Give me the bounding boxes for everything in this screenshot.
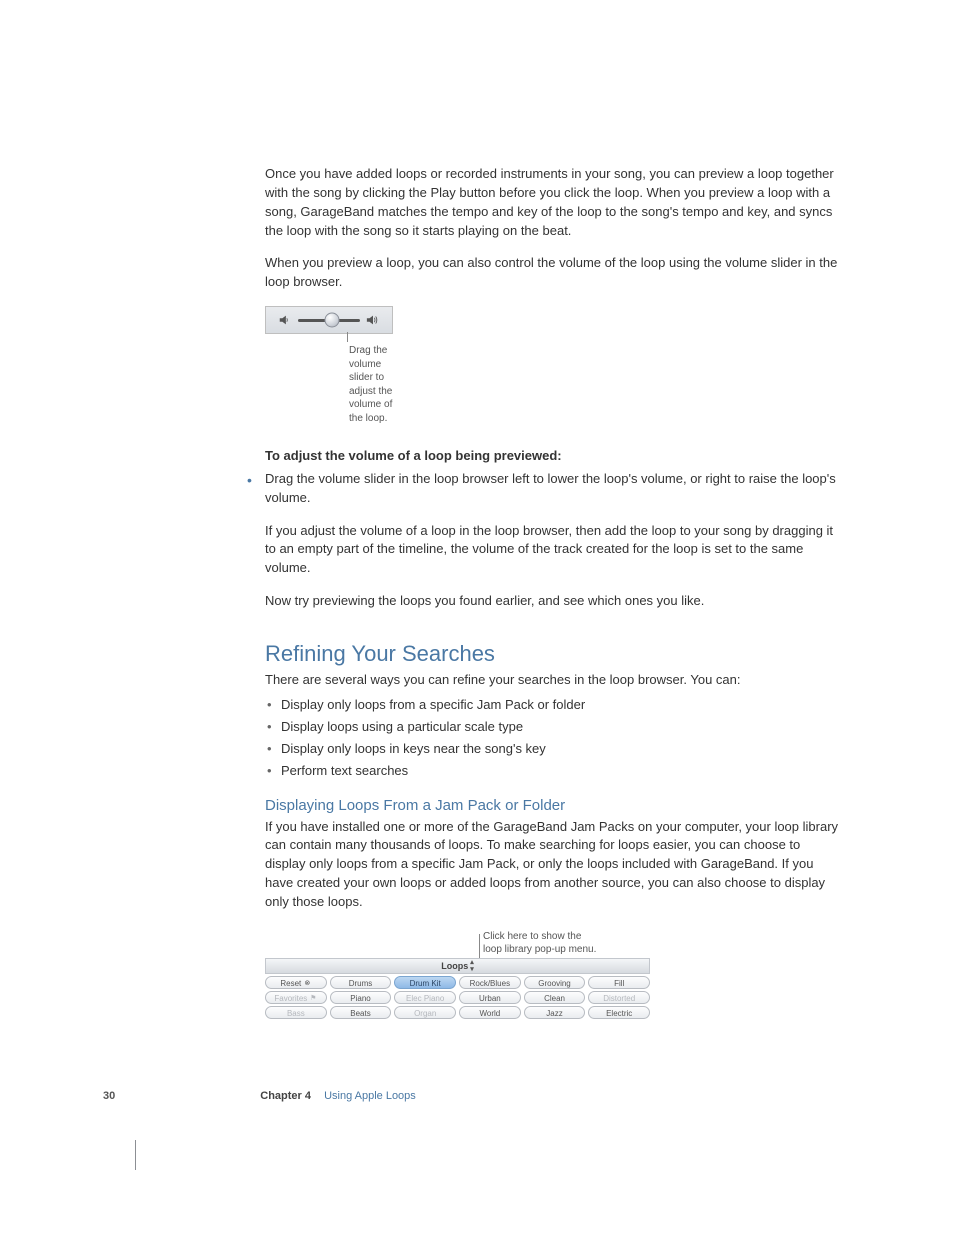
list-item: Display only loops in keys near the song… bbox=[281, 740, 844, 758]
refine-list: Display only loops from a specific Jam P… bbox=[265, 696, 844, 781]
category-button[interactable]: Urban bbox=[459, 991, 521, 1004]
speaker-low-icon bbox=[278, 313, 292, 327]
category-button[interactable]: Elec Piano bbox=[394, 991, 456, 1004]
page-footer: 30 Chapter 4 Using Apple Loops bbox=[0, 1090, 954, 1102]
task-heading: To adjust the volume of a loop being pre… bbox=[265, 447, 844, 466]
category-button[interactable]: Beats bbox=[330, 1006, 392, 1019]
body-paragraph: If you have installed one or more of the… bbox=[265, 818, 844, 912]
list-item: Display only loops from a specific Jam P… bbox=[281, 696, 844, 714]
page-number: 30 bbox=[103, 1090, 115, 1102]
list-item: Display loops using a particular scale t… bbox=[281, 718, 844, 736]
category-button[interactable]: Rock/Blues bbox=[459, 976, 521, 989]
chapter-label: Chapter 4 bbox=[260, 1090, 311, 1102]
task-step: Drag the volume slider in the loop brows… bbox=[265, 470, 844, 508]
volume-slider[interactable] bbox=[265, 306, 393, 334]
body-paragraph: There are several ways you can refine yo… bbox=[265, 671, 844, 690]
category-button[interactable]: Grooving bbox=[524, 976, 586, 989]
volume-knob[interactable] bbox=[325, 313, 340, 328]
page-rule bbox=[135, 1140, 136, 1170]
updown-arrows-icon: ▴▾ bbox=[470, 959, 474, 973]
favorites-button[interactable]: Favorites⚑ bbox=[265, 991, 327, 1004]
list-item: Perform text searches bbox=[281, 762, 844, 780]
category-button[interactable]: Bass bbox=[265, 1006, 327, 1019]
category-button[interactable]: Organ bbox=[394, 1006, 456, 1019]
body-paragraph: Once you have added loops or recorded in… bbox=[265, 165, 844, 240]
body-paragraph: When you preview a loop, you can also co… bbox=[265, 254, 844, 292]
volume-track[interactable] bbox=[298, 319, 360, 322]
body-paragraph: If you adjust the volume of a loop in th… bbox=[265, 522, 844, 579]
category-button[interactable]: Electric bbox=[588, 1006, 650, 1019]
body-paragraph: Now try previewing the loops you found e… bbox=[265, 592, 844, 611]
category-button[interactable]: World bbox=[459, 1006, 521, 1019]
category-button[interactable]: Piano bbox=[330, 991, 392, 1004]
page: Once you have added loops or recorded in… bbox=[0, 0, 954, 1170]
category-button[interactable]: Distorted bbox=[588, 991, 650, 1004]
loop-browser-figure: Click here to show the loop library pop-… bbox=[265, 930, 650, 1019]
tag-icon: ⚑ bbox=[309, 995, 317, 1003]
close-icon: ⊗ bbox=[303, 980, 311, 988]
figure-annotation: Click here to show the loop library pop-… bbox=[479, 930, 650, 957]
chapter-title: Using Apple Loops bbox=[324, 1090, 416, 1102]
volume-slider-figure: Drag the volume slider to adjust the vol… bbox=[265, 306, 393, 425]
reset-button[interactable]: Reset⊗ bbox=[265, 976, 327, 989]
figure-caption: Drag the volume slider to adjust the vol… bbox=[349, 334, 393, 425]
category-button[interactable]: Clean bbox=[524, 991, 586, 1004]
category-button[interactable]: Jazz bbox=[524, 1006, 586, 1019]
subsection-heading: Displaying Loops From a Jam Pack or Fold… bbox=[265, 797, 844, 814]
category-button[interactable]: Drum Kit bbox=[394, 976, 456, 989]
speaker-high-icon bbox=[366, 313, 380, 327]
category-button[interactable]: Drums bbox=[330, 976, 392, 989]
section-heading: Refining Your Searches bbox=[265, 641, 844, 667]
category-button[interactable]: Fill bbox=[588, 976, 650, 989]
loops-popup-button[interactable]: Loops▴▾ bbox=[265, 958, 650, 974]
